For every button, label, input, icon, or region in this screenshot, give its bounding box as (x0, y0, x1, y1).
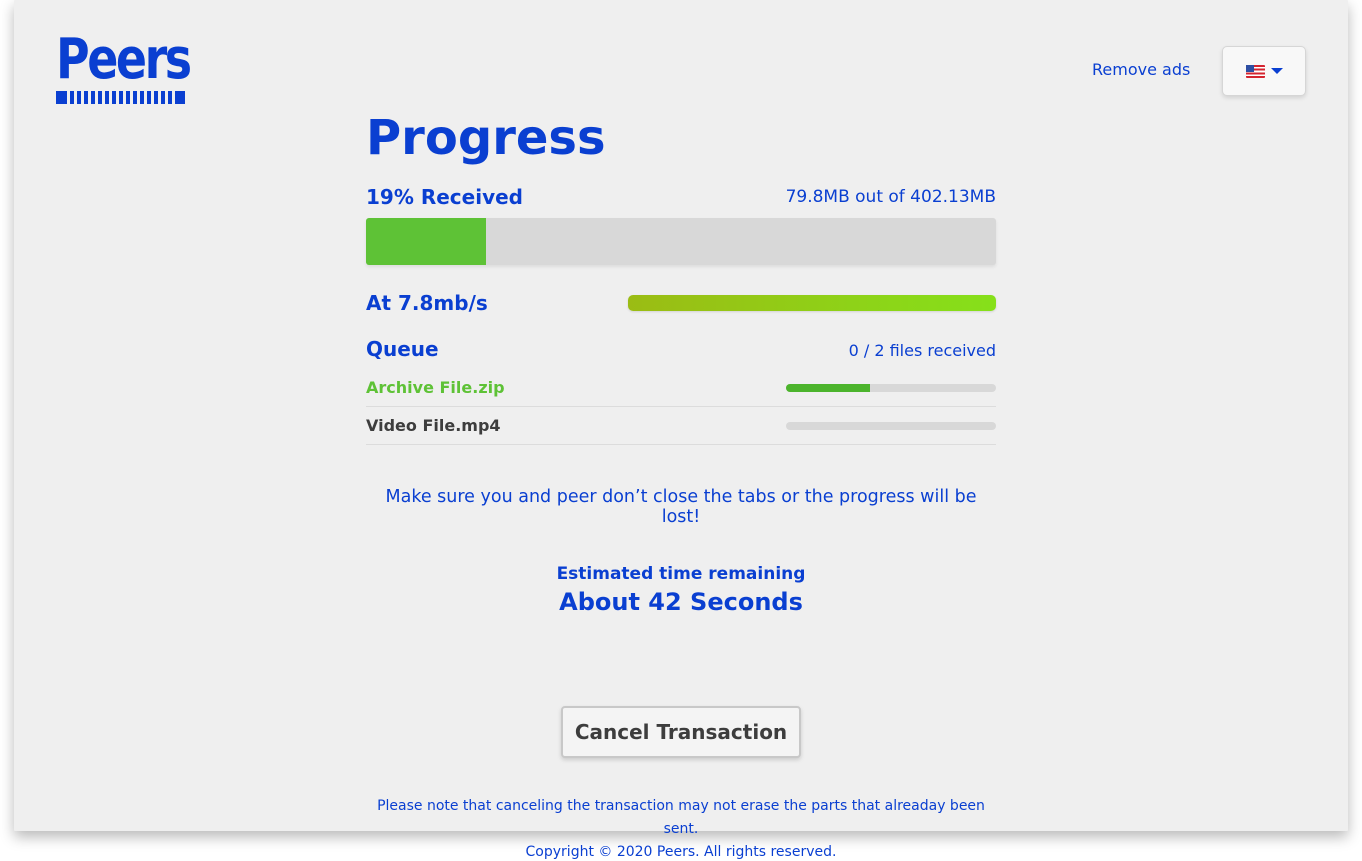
file-progress-bar (786, 421, 996, 430)
files-received-count: 0 / 2 files received (848, 341, 996, 360)
progress-summary: 19% Received 79.8MB out of 402.13MB (366, 168, 996, 210)
caret-down-icon (1270, 68, 1283, 74)
remove-ads-link[interactable]: Remove ads (1092, 60, 1190, 79)
language-selector[interactable] (1222, 46, 1306, 96)
queue-header: Queue 0 / 2 files received (366, 337, 996, 361)
file-list: Archive File.zip Video File.mp4 (366, 369, 996, 445)
footer: Please note that canceling the transacti… (366, 795, 996, 861)
cancel-note: Please note that canceling the transacti… (377, 798, 985, 837)
copyright: Copyright © 2020 Peers. All rights reser… (525, 844, 837, 860)
cancel-transaction-button[interactable]: Cancel Transaction (561, 706, 801, 758)
logo-barcode (56, 91, 185, 104)
eta-value: About 42 Seconds (559, 588, 803, 616)
list-item: Video File.mp4 (366, 407, 996, 445)
eta-label: Estimated time remaining (556, 564, 806, 584)
speed-row: At 7.8mb/s (366, 291, 996, 315)
file-name: Archive File.zip (366, 378, 505, 397)
list-item: Archive File.zip (366, 369, 996, 407)
percent-received: 19% Received (366, 185, 523, 209)
page-title: Progress (366, 110, 606, 166)
file-progress-bar (786, 383, 996, 392)
us-flag-icon (1245, 64, 1265, 78)
overall-progress-bar (366, 218, 996, 265)
logo-text: Peers (56, 27, 192, 92)
progress-panel: Progress 19% Received 79.8MB out of 402.… (366, 108, 996, 861)
cancel-container: Cancel Transaction (366, 706, 996, 758)
app-window: Peers Remove ads Progress 19% Received 7… (14, 0, 1348, 860)
warning-message: Make sure you and peer don’t close the t… (385, 487, 977, 527)
speed-indicator-bar (628, 295, 996, 311)
overall-progress-fill (366, 218, 486, 265)
peers-logo[interactable]: Peers (56, 27, 192, 104)
transfer-speed: At 7.8mb/s (366, 291, 488, 315)
queue-title: Queue (366, 337, 439, 361)
file-name: Video File.mp4 (366, 416, 501, 435)
size-received: 79.8MB out of 402.13MB (785, 187, 996, 207)
file-progress-fill (786, 383, 870, 392)
